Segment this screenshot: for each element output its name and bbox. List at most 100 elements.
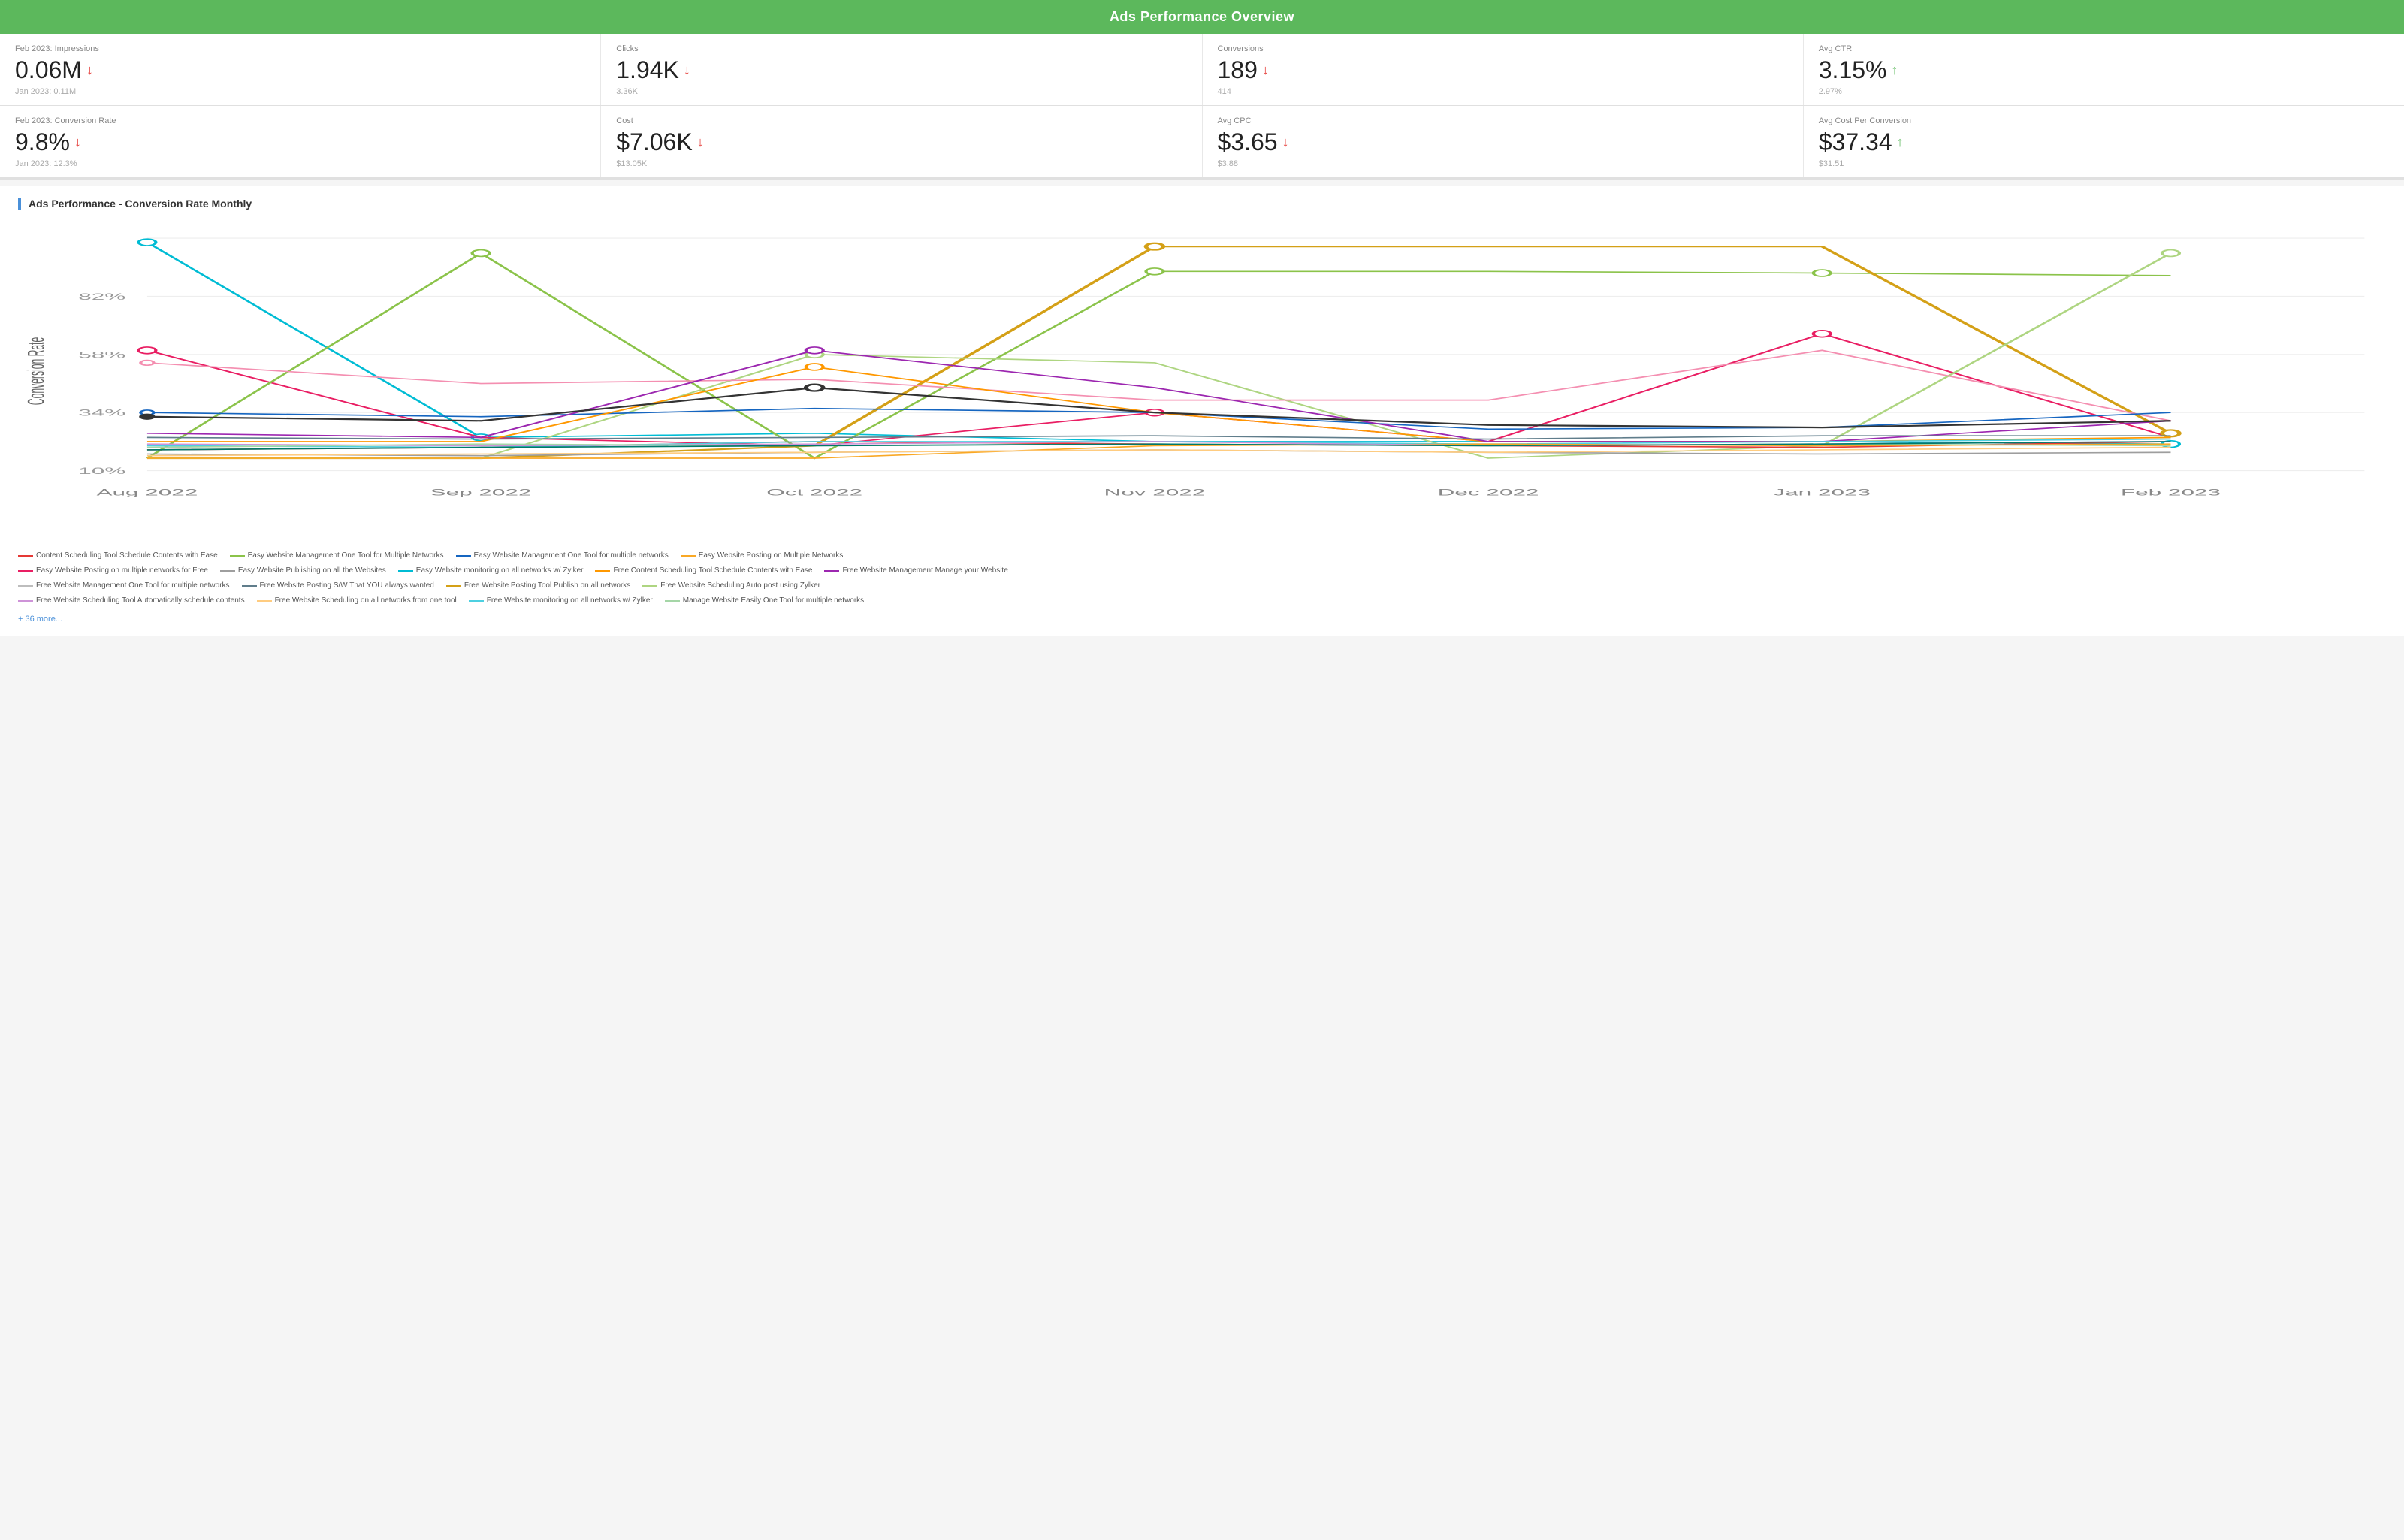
svg-text:34%: 34% — [78, 408, 125, 418]
page-header: Ads Performance Overview — [0, 0, 2404, 34]
metric-cost-label: Cost — [616, 116, 1186, 125]
metric-conv-rate-label: Feb 2023: Conversion Rate — [15, 116, 585, 125]
metric-avg-ctr-value: 3.15% ↑ — [1819, 56, 2389, 84]
metric-avg-cost-per-conv-sub: $31.51 — [1819, 159, 2389, 168]
svg-text:58%: 58% — [78, 350, 125, 361]
metrics-row-1: Feb 2023: Impressions 0.06M ↓ Jan 2023: … — [0, 34, 2404, 106]
metric-avg-cost-per-conv: Avg Cost Per Conversion $37.34 ↑ $31.51 — [1804, 106, 2404, 177]
legend-label-5: Easy Website Publishing on all the Websi… — [238, 564, 386, 578]
legend-item-13: Free Website Scheduling Tool Automatical… — [18, 594, 245, 608]
avg-ctr-arrow-up: ↑ — [1891, 62, 1898, 78]
legend-label-1: Easy Website Management One Tool for Mul… — [248, 549, 444, 563]
metric-conv-rate-value: 9.8% ↓ — [15, 128, 585, 156]
svg-text:10%: 10% — [78, 466, 125, 476]
legend-color-7 — [595, 570, 610, 572]
line-chart: 10% 34% 58% 82% Conversion Rate Aug 2022… — [18, 222, 2386, 537]
svg-text:Oct 2022: Oct 2022 — [766, 488, 862, 498]
avg-cost-per-conv-arrow-up: ↑ — [1897, 134, 1904, 150]
legend-color-6 — [398, 570, 413, 572]
legend-label-12: Free Website Scheduling Auto post using … — [660, 579, 820, 593]
metric-impressions: Feb 2023: Impressions 0.06M ↓ Jan 2023: … — [0, 34, 601, 105]
legend-item-15: Free Website monitoring on all networks … — [469, 594, 653, 608]
legend-color-5 — [220, 570, 235, 572]
legend-label-11: Free Website Posting Tool Publish on all… — [464, 579, 630, 593]
metric-clicks-value: 1.94K ↓ — [616, 56, 1186, 84]
legend-color-10 — [242, 585, 257, 587]
legend-row-3: Free Website Management One Tool for mul… — [18, 579, 2386, 593]
metric-impressions-label: Feb 2023: Impressions — [15, 44, 585, 53]
legend-label-6: Easy Website monitoring on all networks … — [416, 564, 584, 578]
legend-label-9: Free Website Management One Tool for mul… — [36, 579, 230, 593]
metric-clicks-label: Clicks — [616, 44, 1186, 53]
legend-color-12 — [642, 585, 657, 587]
metric-cost-sub: $13.05K — [616, 159, 1186, 168]
metric-conversions: Conversions 189 ↓ 414 — [1203, 34, 1804, 105]
legend-color-14 — [257, 600, 272, 602]
metric-conversions-label: Conversions — [1218, 44, 1788, 53]
metric-avg-ctr-sub: 2.97% — [1819, 87, 2389, 96]
cost-arrow-down: ↓ — [697, 134, 704, 150]
legend-label-2: Easy Website Management One Tool for mul… — [474, 549, 669, 563]
legend-color-0 — [18, 555, 33, 557]
conv-rate-arrow-down: ↓ — [74, 134, 81, 150]
legend-item-8: Free Website Management Manage your Webs… — [824, 564, 1007, 578]
impressions-arrow-down: ↓ — [86, 62, 93, 78]
legend-section: Content Scheduling Tool Schedule Content… — [18, 549, 2386, 627]
legend-label-16: Manage Website Easily One Tool for multi… — [683, 594, 864, 608]
legend-color-9 — [18, 585, 33, 587]
legend-color-2 — [456, 555, 471, 557]
legend-item-11: Free Website Posting Tool Publish on all… — [446, 579, 630, 593]
metric-avg-cost-per-conv-value: $37.34 ↑ — [1819, 128, 2389, 156]
legend-color-8 — [824, 570, 839, 572]
metric-cost: Cost $7.06K ↓ $13.05K — [601, 106, 1202, 177]
legend-item-5: Easy Website Publishing on all the Websi… — [220, 564, 386, 578]
legend-color-11 — [446, 585, 461, 587]
legend-item-4: Easy Website Posting on multiple network… — [18, 564, 208, 578]
svg-text:Aug 2022: Aug 2022 — [96, 488, 198, 498]
legend-label-10: Free Website Posting S/W That YOU always… — [260, 579, 434, 593]
legend-color-3 — [681, 555, 696, 557]
legend-color-4 — [18, 570, 33, 572]
metric-avg-cpc-label: Avg CPC — [1218, 116, 1788, 125]
legend-label-0: Content Scheduling Tool Schedule Content… — [36, 549, 218, 563]
legend-label-8: Free Website Management Manage your Webs… — [842, 564, 1007, 578]
metrics-row-2: Feb 2023: Conversion Rate 9.8% ↓ Jan 202… — [0, 106, 2404, 178]
legend-label-14: Free Website Scheduling on all networks … — [275, 594, 457, 608]
avg-cpc-arrow-down: ↓ — [1282, 134, 1289, 150]
metric-impressions-sub: Jan 2023: 0.11M — [15, 87, 585, 96]
metric-avg-cpc-sub: $3.88 — [1218, 159, 1788, 168]
svg-text:Sep 2022: Sep 2022 — [430, 488, 532, 498]
legend-label-4: Easy Website Posting on multiple network… — [36, 564, 208, 578]
metric-impressions-value: 0.06M ↓ — [15, 56, 585, 84]
legend-label-13: Free Website Scheduling Tool Automatical… — [36, 594, 245, 608]
svg-text:Dec 2022: Dec 2022 — [1438, 488, 1539, 498]
svg-text:Conversion Rate: Conversion Rate — [23, 337, 50, 406]
legend-label-15: Free Website monitoring on all networks … — [487, 594, 653, 608]
svg-text:Jan 2023: Jan 2023 — [1773, 488, 1871, 498]
legend-item-2: Easy Website Management One Tool for mul… — [456, 549, 669, 563]
legend-color-1 — [230, 555, 245, 557]
legend-item-1: Easy Website Management One Tool for Mul… — [230, 549, 444, 563]
legend-color-13 — [18, 600, 33, 602]
clicks-arrow-down: ↓ — [684, 62, 690, 78]
metric-avg-cpc-value: $3.65 ↓ — [1218, 128, 1788, 156]
metric-avg-cpc: Avg CPC $3.65 ↓ $3.88 — [1203, 106, 1804, 177]
legend-color-15 — [469, 600, 484, 602]
svg-text:Feb 2023: Feb 2023 — [2121, 488, 2221, 498]
legend-item-0: Content Scheduling Tool Schedule Content… — [18, 549, 218, 563]
chart-section: Ads Performance - Conversion Rate Monthl… — [0, 186, 2404, 636]
metric-cost-value: $7.06K ↓ — [616, 128, 1186, 156]
legend-color-16 — [665, 600, 680, 602]
metric-avg-cost-per-conv-label: Avg Cost Per Conversion — [1819, 116, 2389, 125]
legend-item-3: Easy Website Posting on Multiple Network… — [681, 549, 844, 563]
legend-item-14: Free Website Scheduling on all networks … — [257, 594, 457, 608]
legend-row-4: Free Website Scheduling Tool Automatical… — [18, 594, 2386, 608]
metric-conv-rate: Feb 2023: Conversion Rate 9.8% ↓ Jan 202… — [0, 106, 601, 177]
chart-container: 10% 34% 58% 82% Conversion Rate Aug 2022… — [18, 222, 2386, 537]
legend-item-10: Free Website Posting S/W That YOU always… — [242, 579, 434, 593]
legend-row-1: Content Scheduling Tool Schedule Content… — [18, 549, 2386, 563]
legend-label-3: Easy Website Posting on Multiple Network… — [699, 549, 844, 563]
legend-item-7: Free Content Scheduling Tool Schedule Co… — [595, 564, 812, 578]
legend-item-9: Free Website Management One Tool for mul… — [18, 579, 230, 593]
legend-more-link[interactable]: + 36 more... — [18, 612, 62, 627]
